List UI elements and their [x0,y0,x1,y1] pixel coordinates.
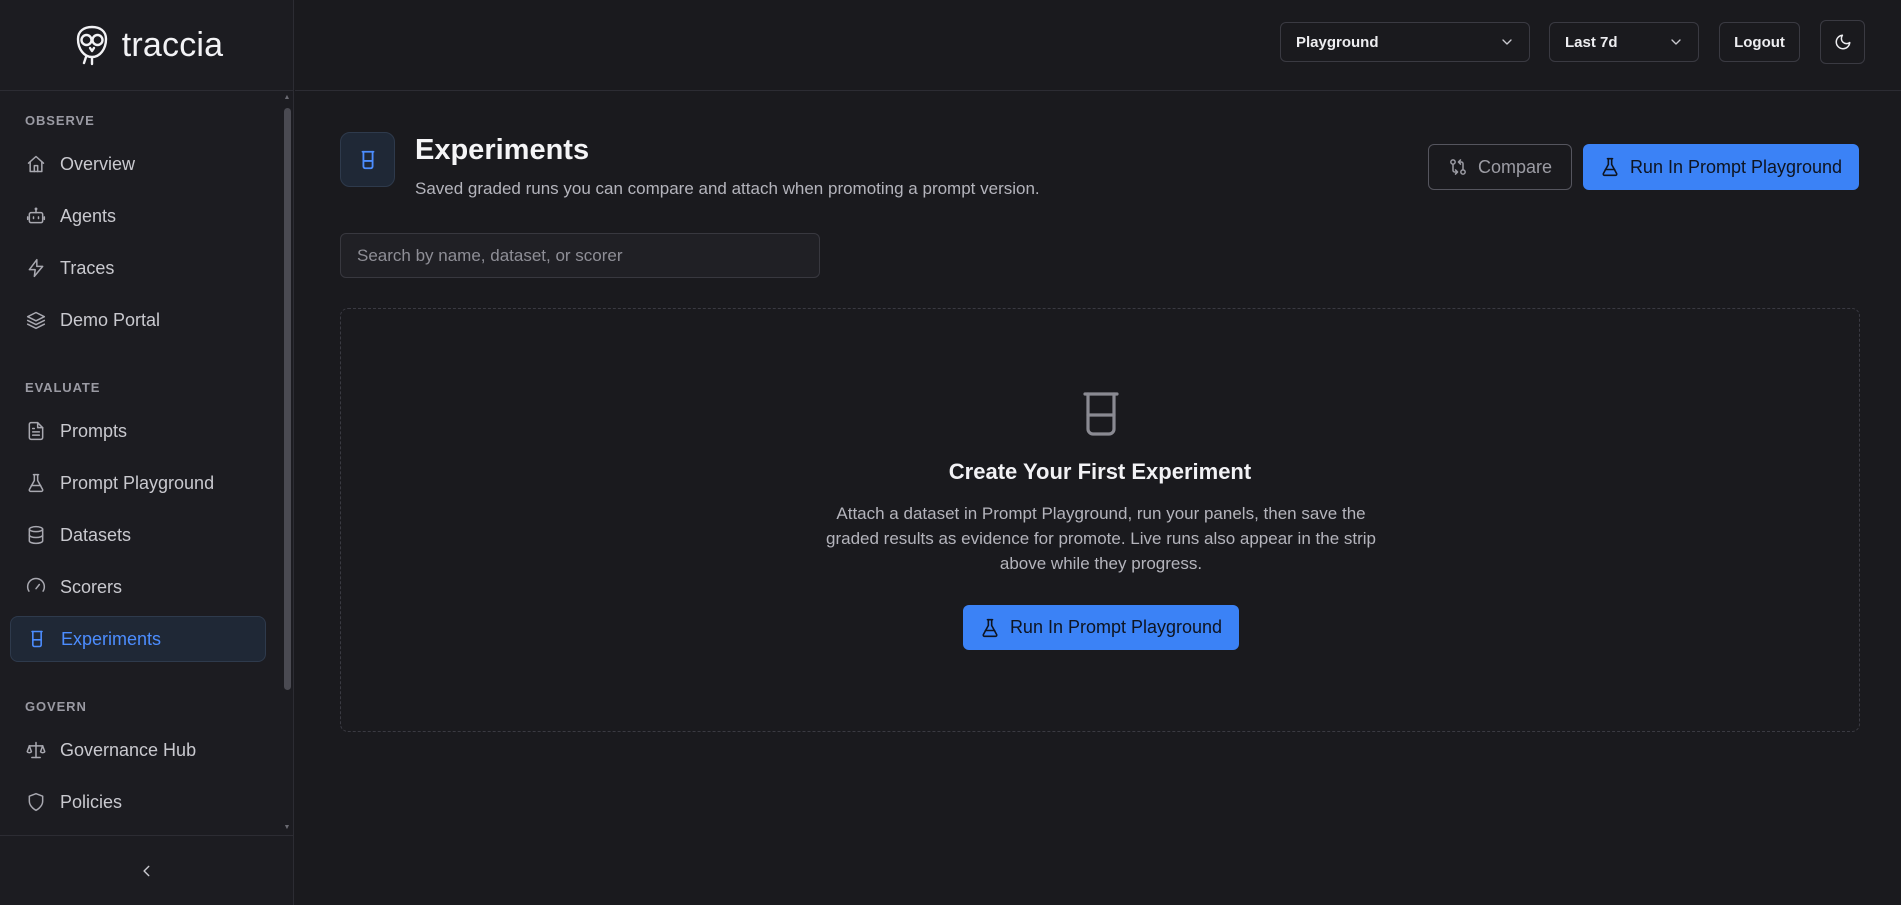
compare-label: Compare [1477,156,1553,177]
bot-icon [26,206,46,226]
flask-icon [26,473,46,493]
theme-toggle-button[interactable] [1820,20,1865,64]
home-icon [26,154,46,174]
date-range-select[interactable]: Last 7d [1549,22,1699,62]
empty-state-run-label: Run In Prompt Playground [1009,617,1223,637]
logout-button[interactable]: Logout [1719,22,1800,62]
sidebar: traccia OBSERVE Overview Agents Traces D… [0,0,294,905]
sidebar-item-experiments[interactable]: Experiments [10,616,266,662]
sidebar-item-label: Prompt Playground [60,472,215,493]
gauge-icon [26,577,46,597]
zap-icon [26,258,46,278]
empty-state-title: Create Your First Experiment [948,459,1252,484]
shield-icon [26,792,46,812]
project-select[interactable]: Playground [1280,22,1530,62]
sidebar-item-demo-portal[interactable]: Demo Portal [10,297,266,343]
run-button-label: Run In Prompt Playground [1629,156,1843,177]
sidebar-item-datasets[interactable]: Datasets [10,512,266,558]
moon-icon [1834,33,1852,51]
layers-icon [26,310,46,330]
flask-icon [980,618,1000,638]
page-subtitle: Saved graded runs you can compare and at… [415,179,1040,198]
git-compare-icon [1448,157,1468,177]
date-range-value: Last 7d [1565,33,1618,51]
sidebar-item-agents[interactable]: Agents [10,193,266,239]
compare-button[interactable]: Compare [1428,144,1572,190]
chevron-down-icon [1668,34,1684,50]
sidebar-nav: OBSERVE Overview Agents Traces Demo Port… [0,92,294,834]
brand-logo[interactable]: traccia [0,0,293,91]
sidebar-item-prompt-playground[interactable]: Prompt Playground [10,460,266,506]
project-select-value: Playground [1296,33,1379,51]
scroll-down-icon[interactable]: ▼ [283,824,291,832]
beaker-icon [1081,391,1121,437]
sidebar-item-policies[interactable]: Policies [10,779,266,825]
beaker-icon [357,149,379,171]
sidebar-item-label: Scorers [60,576,123,597]
sidebar-item-overview[interactable]: Overview [10,141,266,187]
sidebar-item-label: Datasets [60,524,132,545]
empty-state-description: Attach a dataset in Prompt Playground, r… [826,504,1376,573]
sidebar-item-label: Policies [60,791,123,812]
sidebar-item-prompts[interactable]: Prompts [10,408,266,454]
scale-icon [26,740,46,760]
sidebar-item-label: Traces [60,257,115,278]
empty-state-run-button[interactable]: Run In Prompt Playground [963,605,1239,650]
page-icon [340,132,395,187]
section-label-observe: OBSERVE [25,113,95,128]
sidebar-item-label: Experiments [61,628,162,649]
section-label-evaluate: EVALUATE [25,380,101,395]
owl-logo-icon [70,23,114,67]
top-bar: Playground Last 7d Logout [295,0,1901,91]
brand-name: traccia [121,25,224,64]
chevron-down-icon [1499,34,1515,50]
scroll-up-icon[interactable]: ▲ [283,94,291,102]
beaker-icon [27,629,47,649]
section-label-govern: GOVERN [25,699,87,714]
scroll-thumb[interactable] [284,108,291,690]
database-icon [26,525,46,545]
sidebar-scrollbar[interactable]: ▲ ▼ [283,92,291,834]
page-title: Experiments [415,134,590,166]
logout-label: Logout [1734,33,1785,51]
run-in-prompt-playground-button[interactable]: Run In Prompt Playground [1583,144,1859,190]
empty-state-card: Create Your First Experiment Attach a da… [340,308,1860,732]
search-input[interactable] [340,233,820,278]
chevron-left-icon [140,864,154,878]
sidebar-item-label: Overview [60,153,136,174]
sidebar-item-traces[interactable]: Traces [10,245,266,291]
sidebar-item-label: Prompts [60,420,128,441]
sidebar-item-governance-hub[interactable]: Governance Hub [10,727,266,773]
sidebar-item-label: Governance Hub [60,739,197,760]
sidebar-item-scorers[interactable]: Scorers [10,564,266,610]
flask-icon [1600,157,1620,177]
sidebar-item-label: Agents [60,205,117,226]
collapse-sidebar-button[interactable] [0,835,294,905]
file-text-icon [26,421,46,441]
sidebar-item-label: Demo Portal [60,309,161,330]
